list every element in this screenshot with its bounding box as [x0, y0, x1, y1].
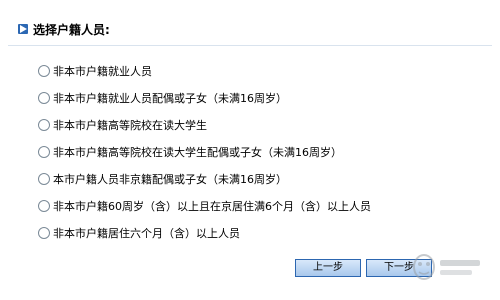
play-arrow-icon	[18, 24, 28, 34]
option-label: 本市户籍人员非京籍配偶或子女（未满16周岁）	[53, 172, 287, 186]
radio-option-list: 非本市户籍就业人员 非本市户籍就业人员配偶或子女（未满16周岁） 非本市户籍高等…	[38, 57, 478, 246]
option-resident-six-months[interactable]: 非本市户籍居住六个月（含）以上人员	[38, 219, 478, 246]
option-employed-non-local[interactable]: 非本市户籍就业人员	[38, 57, 478, 84]
option-label: 非本市户籍就业人员	[53, 64, 152, 78]
radio-button[interactable]	[38, 91, 50, 104]
option-label: 非本市户籍60周岁（含）以上且在京居住满6个月（含）以上人员	[53, 199, 371, 213]
option-label: 非本市户籍居住六个月（含）以上人员	[53, 226, 240, 240]
section-title: 选择户籍人员:	[33, 23, 110, 37]
radio-button[interactable]	[38, 145, 50, 158]
radio-button[interactable]	[38, 118, 50, 131]
watermark-logo	[413, 254, 480, 280]
radio-button[interactable]	[38, 226, 50, 239]
option-university-student[interactable]: 非本市户籍高等院校在读大学生	[38, 111, 478, 138]
household-selection-panel: 选择户籍人员: 非本市户籍就业人员 非本市户籍就业人员配偶或子女（未满16周岁）…	[0, 0, 500, 300]
radio-button[interactable]	[38, 199, 50, 212]
option-senior-60-resident[interactable]: 非本市户籍60周岁（含）以上且在京居住满6个月（含）以上人员	[38, 192, 478, 219]
option-employed-spouse-children[interactable]: 非本市户籍就业人员配偶或子女（未满16周岁）	[38, 84, 478, 111]
option-local-nonlocal-spouse-children[interactable]: 本市户籍人员非京籍配偶或子女（未满16周岁）	[38, 165, 478, 192]
option-label: 非本市户籍就业人员配偶或子女（未满16周岁）	[53, 91, 287, 105]
section-header: 选择户籍人员:	[8, 13, 492, 46]
option-label: 非本市户籍高等院校在读大学生	[53, 118, 207, 132]
option-label: 非本市户籍高等院校在读大学生配偶或子女（未满16周岁）	[53, 145, 342, 159]
option-student-spouse-children[interactable]: 非本市户籍高等院校在读大学生配偶或子女（未满16周岁）	[38, 138, 478, 165]
radio-button[interactable]	[38, 64, 50, 77]
previous-step-button[interactable]: 上一步	[295, 259, 361, 277]
radio-button[interactable]	[38, 172, 50, 185]
